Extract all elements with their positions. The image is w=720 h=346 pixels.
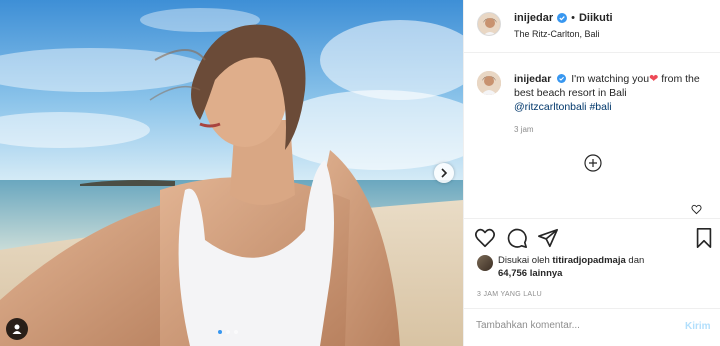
caption-hashtag-link[interactable]: #bali	[589, 101, 611, 113]
liker-avatar[interactable]	[477, 255, 493, 271]
caption-section: inijedar I'm watching you❤ from the best…	[464, 53, 720, 218]
post-location[interactable]: The Ritz-Carlton, Bali	[514, 29, 600, 39]
author-avatar[interactable]	[477, 12, 501, 36]
heart-emoji-icon: ❤	[649, 73, 659, 85]
heart-outline-icon[interactable]	[691, 204, 702, 215]
author-username[interactable]: inijedar	[514, 12, 553, 24]
like-heart-icon[interactable]	[474, 227, 496, 249]
liked-by-prefix: Disukai oleh	[498, 255, 550, 266]
post-header: inijedar • Diikuti The Ritz-Carlton, Bal…	[464, 0, 720, 53]
post-photo[interactable]	[0, 0, 463, 346]
likes-suffix[interactable]: lainnya	[530, 268, 563, 279]
caption-text: inijedar I'm watching you❤ from the best…	[514, 72, 714, 114]
caption-mention-link[interactable]: @ritzcarltonbali	[514, 101, 587, 113]
carousel-dot-active	[218, 330, 222, 334]
post-actions: Disukai oleh titiradjopadmaja dan 64,756…	[464, 218, 720, 308]
header-separator: •	[571, 12, 575, 24]
comment-icon[interactable]	[506, 227, 528, 249]
chevron-right-icon	[441, 168, 448, 178]
carousel-dot	[234, 330, 238, 334]
liked-by-conjunction: dan	[628, 255, 645, 266]
comment-input[interactable]	[476, 320, 666, 331]
save-bookmark-icon[interactable]	[693, 227, 715, 249]
verified-badge-icon	[557, 13, 568, 23]
share-direct-icon[interactable]	[537, 227, 559, 249]
caption-body: I'm watching you	[571, 73, 650, 85]
user-tag-button[interactable]	[6, 318, 28, 340]
carousel-indicator	[218, 330, 238, 334]
caption-time: 3 jam	[514, 125, 534, 134]
follow-status-button[interactable]: Diikuti	[579, 12, 613, 24]
liked-by-username[interactable]: titiradjopadmaja	[552, 255, 625, 266]
post-timestamp[interactable]: 3 JAM YANG LALU	[477, 291, 542, 298]
carousel-dot	[226, 330, 230, 334]
verified-badge-icon	[557, 74, 567, 83]
liked-by-summary: Disukai oleh titiradjopadmaja dan 64,756…	[477, 254, 712, 280]
likes-count[interactable]: 64,756	[498, 268, 527, 279]
post-side-panel: inijedar • Diikuti The Ritz-Carlton, Bal…	[463, 0, 720, 346]
post-comment-button[interactable]: Kirim	[685, 321, 711, 332]
caption-username[interactable]: inijedar	[514, 73, 551, 85]
comment-form: Kirim	[464, 308, 720, 346]
user-tag-icon	[12, 324, 22, 334]
caption-author-avatar[interactable]	[477, 71, 501, 95]
load-more-comments-icon[interactable]	[584, 154, 602, 172]
carousel-next-button[interactable]	[434, 163, 454, 183]
beach-selfie-image	[0, 0, 463, 346]
